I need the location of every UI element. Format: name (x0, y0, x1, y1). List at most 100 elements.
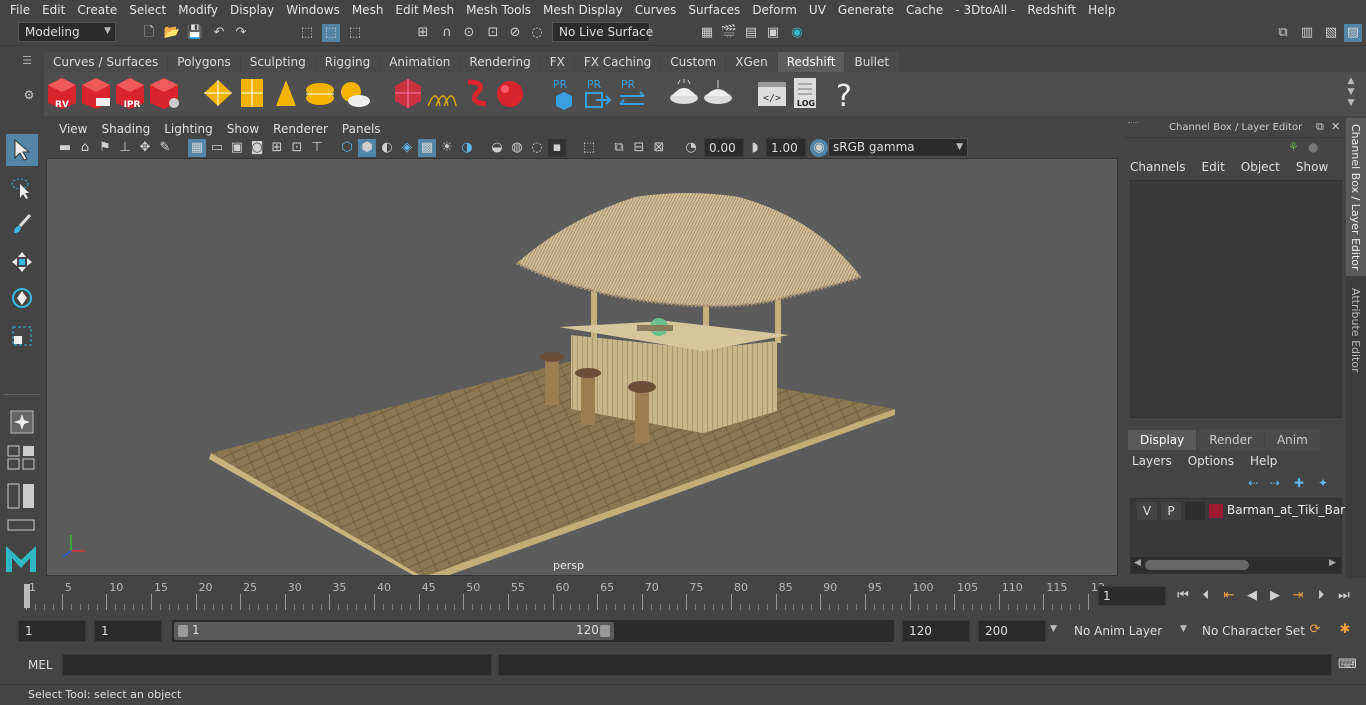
resolution-gate-icon[interactable]: ▣ (228, 139, 246, 157)
play-backwards-icon[interactable]: ◀ (1243, 587, 1261, 605)
undo-icon[interactable]: ↶ (210, 24, 228, 42)
redshift-proxy-icon[interactable] (392, 76, 424, 110)
menu-cache[interactable]: Cache (900, 3, 949, 17)
grease-pencil-icon[interactable]: ✎ (156, 139, 174, 157)
current-frame-field[interactable]: 1 (1098, 586, 1166, 606)
shelf-tab-redshift[interactable]: Redshift (777, 52, 845, 72)
redshift-help-icon[interactable]: ? (828, 76, 860, 110)
snap-view-icon[interactable]: ⊡ (484, 24, 502, 42)
menu-create[interactable]: Create (71, 3, 123, 17)
exposure-field[interactable]: 0.00 (704, 138, 744, 157)
select-tool[interactable] (6, 134, 38, 166)
use-lights-icon[interactable]: ☀ (438, 139, 456, 157)
redo-icon[interactable]: ↷ (232, 24, 250, 42)
range-start-grip[interactable] (178, 625, 188, 637)
redshift-render-sequence-icon[interactable] (80, 76, 112, 110)
shelf-tab-rigging[interactable]: Rigging (315, 52, 380, 72)
layer-row[interactable]: V P Barman_at_Tiki_Bar (1135, 502, 1345, 520)
scroll-right-icon[interactable]: ▶ (1329, 558, 1336, 568)
textured-icon[interactable]: ◈ (398, 139, 416, 157)
menu-generate[interactable]: Generate (832, 3, 900, 17)
viewport-menu-lighting[interactable]: Lighting (157, 122, 220, 136)
menu-file[interactable]: File (4, 3, 36, 17)
channel-manip-icon[interactable]: ● (1308, 140, 1318, 154)
channel-list[interactable] (1130, 180, 1342, 418)
select-component-icon[interactable]: ⬚ (346, 24, 364, 42)
layer-list-scrollbar[interactable]: ◀ ▶ (1131, 557, 1341, 573)
gamma-icon[interactable]: ◗ (746, 139, 764, 157)
chevron-down-icon[interactable]: ▼ (1050, 624, 1057, 634)
menu-windows[interactable]: Windows (280, 3, 346, 17)
color-space-dropdown[interactable]: sRGB gamma ▼ (828, 138, 968, 157)
toggle-channel-box-icon[interactable]: ▨ (1344, 24, 1362, 42)
shelf-tab-fx-caching[interactable]: FX Caching (574, 52, 661, 72)
layout-two-pane-button[interactable] (6, 482, 38, 510)
viewport-menu-view[interactable]: View (52, 122, 94, 136)
chevron-down-icon[interactable]: ▼ (1180, 624, 1187, 634)
xray-icon[interactable]: ⧉ (610, 139, 628, 157)
anti-alias-icon[interactable]: ◌ (528, 139, 546, 157)
redshift-pr-swap-icon[interactable]: PR (616, 76, 648, 110)
menu-mesh[interactable]: Mesh (346, 3, 390, 17)
shelf-tab-xgen[interactable]: XGen (726, 52, 777, 72)
viewport-menu-shading[interactable]: Shading (94, 122, 157, 136)
ambient-occlusion-icon[interactable]: ◒ (488, 139, 506, 157)
paint-select-tool[interactable] (6, 208, 38, 240)
hypershade-icon[interactable]: ◉ (788, 24, 806, 42)
snap-surface-icon[interactable]: ⊘ (506, 24, 524, 42)
redshift-sun-sky-icon[interactable] (338, 76, 370, 110)
layer-color-swatch[interactable] (1209, 504, 1223, 518)
default-material-icon[interactable]: ◐ (378, 139, 396, 157)
range-slider[interactable]: 1 120 (172, 620, 894, 642)
redshift-pr-export-icon[interactable]: PR (582, 76, 614, 110)
isolate-select-icon[interactable]: ⬚ (580, 139, 598, 157)
go-to-start-icon[interactable]: ⏮ (1174, 587, 1192, 605)
toggle-modeling-toolkit-icon[interactable]: ▥ (1298, 24, 1316, 42)
perspective-viewport[interactable]: persp (46, 158, 1118, 576)
auto-key-icon[interactable]: ⟳ (1306, 621, 1324, 639)
scrollbar-thumb[interactable] (1145, 560, 1249, 570)
viewport-menu-show[interactable]: Show (220, 122, 266, 136)
command-input[interactable] (62, 654, 492, 676)
animation-prefs-icon[interactable]: ✱ (1336, 621, 1354, 639)
gate-mask-icon[interactable]: ◙ (248, 139, 266, 157)
snap-point-icon[interactable]: ⊙ (460, 24, 478, 42)
render-view-icon[interactable]: 🎬 (720, 24, 738, 42)
viewport-menu-renderer[interactable]: Renderer (266, 122, 335, 136)
safe-action-icon[interactable]: ⊡ (288, 139, 306, 157)
shelf-options-icon[interactable]: ☰ (18, 54, 36, 70)
field-chart-icon[interactable]: ⊞ (268, 139, 286, 157)
scale-tool[interactable] (6, 320, 38, 352)
playback-end-field[interactable]: 120 (902, 620, 970, 642)
side-tab-channel-box[interactable]: Channel Box / Layer Editor (1346, 118, 1366, 276)
script-editor-icon[interactable]: ⌨ (1338, 656, 1357, 674)
panel-grip[interactable] (1128, 122, 1138, 132)
soft-select-tool[interactable] (6, 406, 38, 438)
ipr-render-icon[interactable]: ▤ (742, 24, 760, 42)
redshift-material-icon[interactable] (668, 76, 700, 110)
layer-display-type[interactable] (1185, 502, 1205, 520)
layer-menu-help[interactable]: Help (1250, 454, 1277, 472)
playback-start-field[interactable]: 1 (94, 620, 162, 642)
mode-selector[interactable]: Modeling ▼ (18, 22, 116, 42)
new-scene-icon[interactable]: 🗋 (140, 24, 158, 42)
new-layer-selected-icon[interactable]: ✦ (1318, 476, 1328, 490)
film-gate-icon[interactable]: ▭ (208, 139, 226, 157)
menu-uv[interactable]: UV (803, 3, 832, 17)
layer-menu-layers[interactable]: Layers (1132, 454, 1172, 472)
exposure-icon[interactable]: ◔ (682, 139, 700, 157)
toggle-attribute-icon[interactable]: ▧ (1322, 24, 1340, 42)
grid-toggle-icon[interactable]: ▦ (188, 139, 206, 157)
shelf-tab-polygons[interactable]: Polygons (168, 52, 240, 72)
menu-surfaces[interactable]: Surfaces (682, 3, 746, 17)
channel-key-icon[interactable]: ⚘ (1288, 140, 1299, 154)
redshift-script-icon[interactable]: </> (756, 76, 788, 110)
menu-help[interactable]: Help (1082, 3, 1121, 17)
menu-deform[interactable]: Deform (746, 3, 803, 17)
channel-menu-show[interactable]: Show (1296, 160, 1328, 178)
save-scene-icon[interactable]: 💾 (186, 24, 204, 42)
character-set-dropdown[interactable]: No Character Set (1196, 620, 1305, 642)
live-surface-field[interactable]: No Live Surface (552, 22, 653, 42)
camera-select-icon[interactable]: ▬ (56, 139, 74, 157)
channel-menu-object[interactable]: Object (1241, 160, 1280, 178)
